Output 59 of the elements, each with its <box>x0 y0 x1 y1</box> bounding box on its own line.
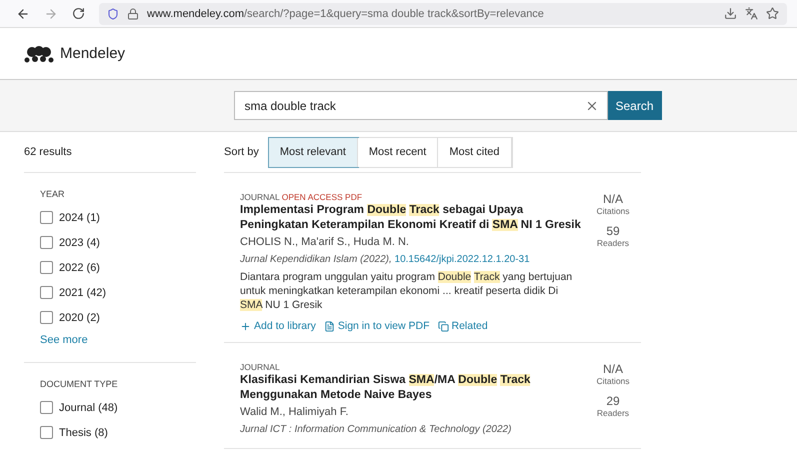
forward-icon[interactable] <box>44 6 58 20</box>
action-link[interactable]: Add to library <box>240 320 316 332</box>
filter-label: 2024 (1) <box>59 212 100 224</box>
sort-tab[interactable]: Most relevant <box>268 138 358 166</box>
filter-label: 2020 (2) <box>59 312 100 324</box>
logo-text: Mendeley <box>60 45 126 62</box>
authors: CHOLIS N., Ma'arif S., Huda M. N. <box>240 235 410 250</box>
sort-label: Sort by <box>224 146 259 158</box>
filter-label: Journal (48) <box>59 402 118 414</box>
readers-count: 59 <box>606 224 620 238</box>
results-count: 62 results <box>24 132 196 173</box>
doi-link[interactable]: 10.15642/jkpi.2022.12.1.20-31 <box>394 254 530 265</box>
checkbox[interactable] <box>40 236 53 249</box>
source: Jurnal Kependidikan Islam (2022), 10.15642/jkpi.2022.12.1.20-31 <box>240 253 531 267</box>
abstract: Diantara program unggulan yaitu program Double Track yang bertujuan untuk meningkatkan keterampilan ekonomi ... kreatif peserta didik Di SMA NU 1 Gresik <box>240 270 574 312</box>
document-type: JOURNAL <box>240 362 281 372</box>
star-icon[interactable] <box>766 7 779 20</box>
authors: Walid M., Halimiyah F. <box>240 405 350 420</box>
checkbox[interactable] <box>40 401 53 414</box>
checkbox[interactable] <box>40 211 53 224</box>
readers-label: Readers <box>596 408 630 418</box>
copy-icon <box>438 320 448 332</box>
filter-heading: DOCUMENT TYPE <box>40 379 119 389</box>
plus-icon <box>240 320 251 332</box>
citations-label: Citations <box>596 206 630 216</box>
readers-label: Readers <box>596 238 630 248</box>
source: Jurnal ICT : Information Communication & Technology (2022) <box>240 423 512 437</box>
back-icon[interactable] <box>16 6 30 20</box>
checkbox[interactable] <box>40 261 53 274</box>
shield-icon <box>107 8 119 20</box>
document-icon <box>324 320 335 332</box>
filter-label: 2023 (4) <box>59 236 100 248</box>
filter-label: Thesis (8) <box>59 426 108 438</box>
search-field[interactable]: sma double track <box>234 91 608 120</box>
address-bar[interactable]: www.mendeley.com/search/?page=1&query=sma double track&sortBy=relevance <box>99 2 787 24</box>
citations-count: N/A <box>602 192 623 206</box>
search-button[interactable]: Search <box>608 91 662 120</box>
filter-heading: YEAR <box>40 189 66 199</box>
lock-icon <box>127 8 139 20</box>
logo-icon <box>24 44 54 62</box>
readers-count: 29 <box>606 394 620 408</box>
filter-label: 2021 (42) <box>59 286 106 298</box>
filter-label: 2022 (6) <box>59 262 100 274</box>
search-input[interactable]: sma double track <box>242 98 578 114</box>
action-link[interactable]: Related <box>438 320 488 332</box>
checkbox[interactable] <box>40 426 53 439</box>
result-title[interactable]: Klasifikasi Kemandirian Siswa SMA/MA Double Track Menggunakan Metode Naive Bayes <box>240 373 581 403</box>
reload-icon[interactable] <box>72 7 85 20</box>
sort-tab[interactable]: Most recent <box>358 138 438 166</box>
download-icon[interactable] <box>724 7 737 20</box>
result-title[interactable]: Implementasi Program Double Track sebagai Upaya Peningkatan Keterampilan Ekonomi Kreatif di SMA NI 1 Gresik <box>240 203 581 233</box>
citations-count: N/A <box>602 362 623 376</box>
translate-icon[interactable] <box>745 7 758 20</box>
action-link[interactable]: Sign in to view PDF <box>324 320 430 332</box>
checkbox[interactable] <box>40 286 53 299</box>
checkbox[interactable] <box>40 311 53 324</box>
document-type: JOURNAL OPEN ACCESS PDF <box>240 192 364 202</box>
see-more-link[interactable]: See more <box>40 334 88 346</box>
citations-label: Citations <box>596 376 630 386</box>
